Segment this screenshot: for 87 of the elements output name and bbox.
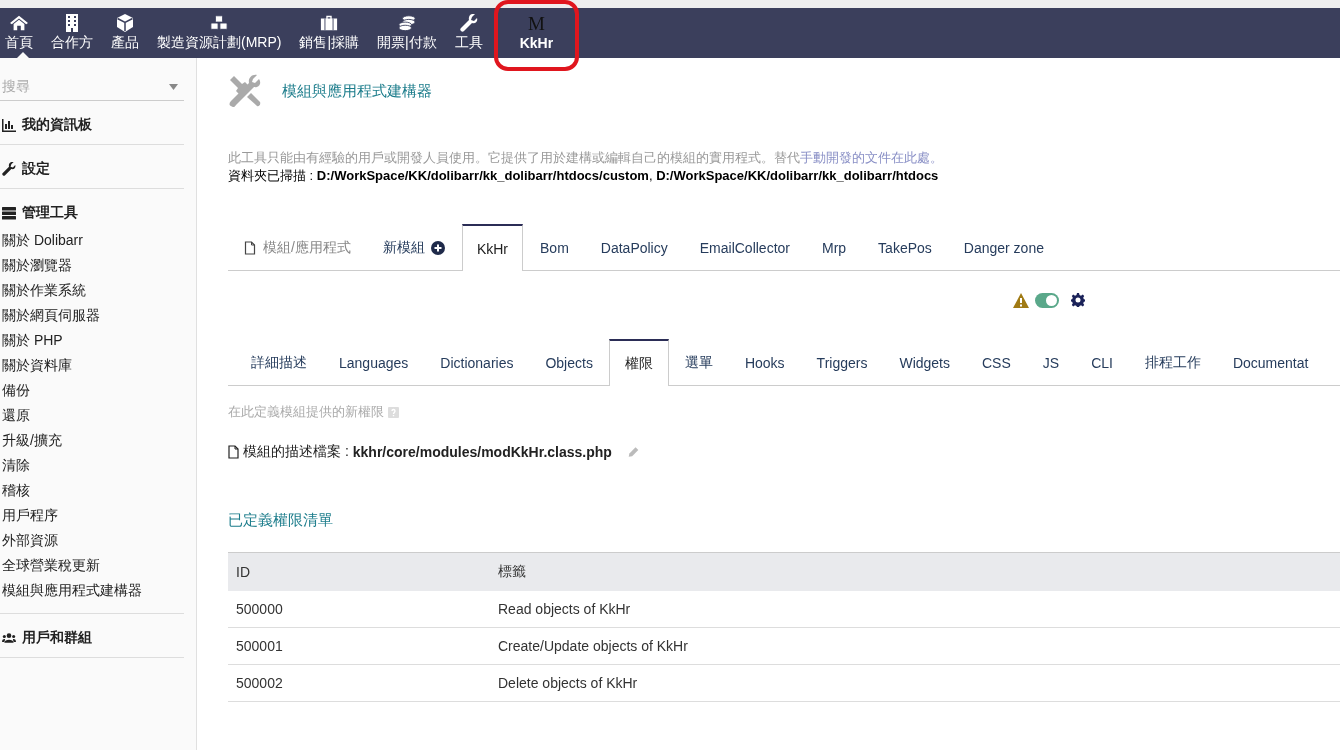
home-icon xyxy=(10,14,28,32)
tools-icon xyxy=(228,74,262,108)
menu-item[interactable]: 工具 xyxy=(449,8,496,58)
coins-icon xyxy=(397,14,416,32)
cubes-icon xyxy=(210,14,229,32)
help-icon xyxy=(388,406,399,418)
briefcase-icon xyxy=(320,14,339,32)
table-cell: 500000 xyxy=(228,591,490,628)
tab[interactable]: 新模組 xyxy=(367,224,460,270)
caret-icon xyxy=(169,84,178,90)
menu-item[interactable]: 產品 xyxy=(106,8,152,58)
tab[interactable]: 排程工作 xyxy=(1128,339,1217,385)
sidebar-item[interactable]: 清除 xyxy=(0,453,184,478)
tab[interactable]: 權限 xyxy=(608,339,669,386)
table-cell: Delete objects of KkHr xyxy=(490,664,1340,702)
settings-icon xyxy=(1071,293,1085,307)
users-icon xyxy=(2,631,16,645)
tab[interactable]: Mrp xyxy=(807,224,862,270)
sidebar-item[interactable]: 外部資源 xyxy=(0,528,184,553)
server-icon xyxy=(2,206,16,220)
letter-icon: M xyxy=(528,15,545,33)
table-cell: Create/Update objects of KkHr xyxy=(490,627,1340,665)
tab[interactable]: Widgets xyxy=(883,339,966,385)
tab[interactable]: JS xyxy=(1026,339,1076,385)
tab[interactable]: Hooks xyxy=(728,339,801,385)
box-icon xyxy=(116,14,134,32)
sidebar-item[interactable]: 關於 PHP xyxy=(0,328,184,353)
tab[interactable]: Languages xyxy=(323,339,425,385)
sidebar-item[interactable]: 稽核 xyxy=(0,478,184,503)
tab[interactable]: 選單 xyxy=(668,339,729,385)
toggle-switch[interactable] xyxy=(1035,292,1059,308)
sidebar-item[interactable]: 關於網頁伺服器 xyxy=(0,303,184,328)
plus-circle-icon xyxy=(430,240,445,255)
sidebar-heading[interactable]: 設定 xyxy=(22,160,50,178)
chart-icon xyxy=(2,118,16,132)
tab[interactable]: CSS xyxy=(966,339,1027,385)
tab[interactable]: Objects xyxy=(529,339,609,385)
sidebar-heading[interactable]: 我的資訊板 xyxy=(22,116,92,134)
page-title: 模組與應用程式建構器 xyxy=(282,81,432,101)
tab[interactable]: CLI xyxy=(1075,339,1129,385)
tab[interactable]: Dictionaries xyxy=(424,339,530,385)
tab[interactable]: 詳細描述 xyxy=(235,339,323,385)
modules-tab[interactable]: 模組/應用程式 xyxy=(228,224,366,270)
tab[interactable]: KkHr xyxy=(461,224,523,271)
table-cell: 500001 xyxy=(228,627,490,665)
menu-item[interactable]: 開票|付款 xyxy=(372,8,450,58)
wrench-icon xyxy=(459,14,478,32)
building-icon xyxy=(63,14,81,32)
file-label: 模組的描述檔案 : xyxy=(243,443,349,461)
column-header: 標籤 xyxy=(490,552,1340,591)
file-icon xyxy=(228,445,239,459)
menu-item[interactable]: 製造資源計劃(MRP) xyxy=(152,8,295,58)
sidebar-item[interactable]: 關於資料庫 xyxy=(0,353,184,378)
sidebar-item[interactable]: 全球營業稅更新 xyxy=(0,553,184,578)
sidebar-item[interactable]: 備份 xyxy=(0,378,184,403)
file-icon xyxy=(243,240,257,255)
sidebar-item[interactable]: 關於作業系統 xyxy=(0,278,184,303)
section-title: 已定義權限清單 xyxy=(228,511,334,530)
sidebar-item[interactable]: 還原 xyxy=(0,403,184,428)
sidebar-heading[interactable]: 管理工具 xyxy=(22,204,78,222)
sidebar-item[interactable]: 關於 Dolibarr xyxy=(0,228,184,253)
sidebar-item[interactable]: 升級/擴充 xyxy=(0,428,184,453)
column-header: ID xyxy=(228,552,490,591)
sidebar-item[interactable]: 用戶程序 xyxy=(0,503,184,528)
tab[interactable]: EmailCollector xyxy=(684,224,805,270)
hint-text: 在此定義模組提供的新權限 xyxy=(228,403,384,421)
tab[interactable]: Danger zone xyxy=(948,224,1059,270)
tab[interactable]: Bom xyxy=(525,224,584,270)
sidebar-item[interactable]: 模組與應用程式建構器 xyxy=(0,578,184,603)
scanned-folders-text: 資料夾已掃描 : D:/WorkSpace/KK/dolibarr/kk_dolibarr/htdocs/custom, D:/WorkSpace/KK/dolibarr/kk_dolibarr/htdocs xyxy=(228,167,940,184)
table-cell: Read objects of KkHr xyxy=(490,591,1340,628)
pencil-icon xyxy=(627,445,639,459)
tab[interactable]: Documentat xyxy=(1216,339,1325,385)
file-path: kkhr/core/modules/modKkHr.class.php xyxy=(352,444,612,460)
wrench-icon xyxy=(2,162,16,176)
menu-item[interactable]: 首頁 xyxy=(0,8,46,58)
menu-item[interactable]: M KkHr xyxy=(505,8,568,58)
tab[interactable]: DataPolicy xyxy=(585,224,683,270)
search-field[interactable]: 搜尋 xyxy=(0,72,184,101)
description-text: 此工具只能由有經驗的用戶或開發人員使用。它提供了用於建構或編輯自己的模組的實用程式。替代手動開發的文件在此處。 xyxy=(228,149,944,167)
menu-item[interactable]: 合作方 xyxy=(46,8,106,58)
menu-item[interactable]: 銷售|採購 xyxy=(294,8,373,58)
sidebar-item[interactable]: 關於瀏覽器 xyxy=(0,253,184,278)
sidebar-heading[interactable]: 用戶和群組 xyxy=(22,629,92,647)
tab[interactable]: Triggers xyxy=(800,339,884,385)
tab[interactable]: TakePos xyxy=(863,224,947,270)
table-cell: 500002 xyxy=(228,664,490,702)
